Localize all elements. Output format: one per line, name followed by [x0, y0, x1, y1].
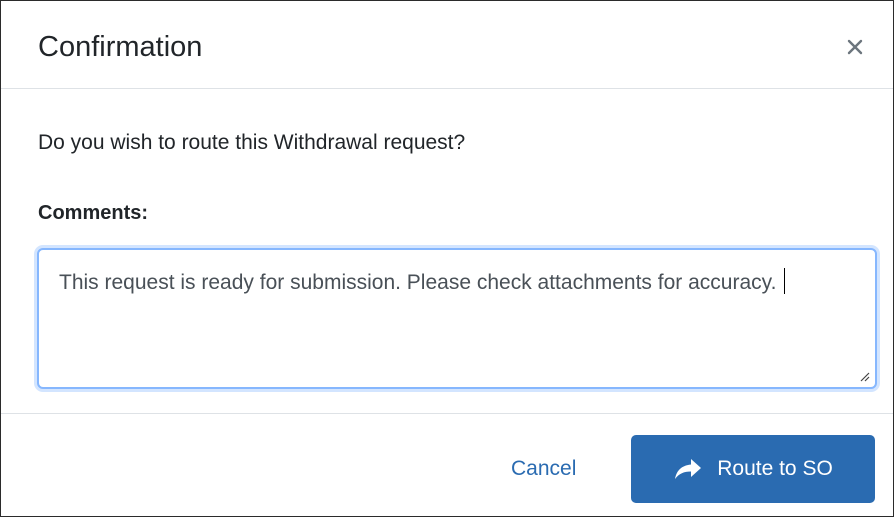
comments-text-wrap: This request is ready for submission. Pl…	[59, 266, 859, 300]
comments-label: Comments:	[38, 202, 149, 224]
confirmation-dialog: Confirmation Do you wish to route this W…	[0, 0, 894, 517]
share-arrow-icon	[675, 459, 702, 479]
dialog-footer: Cancel Route to SO	[1, 413, 893, 516]
cancel-button[interactable]: Cancel	[511, 455, 576, 483]
text-caret	[784, 268, 786, 294]
dialog-header: Confirmation	[1, 1, 893, 89]
comments-value: This request is ready for submission. Pl…	[59, 271, 777, 294]
close-button[interactable]	[837, 29, 873, 65]
resize-grip-icon[interactable]	[858, 370, 870, 382]
route-button-label: Route to SO	[717, 457, 833, 480]
dialog-body: Do you wish to route this Withdrawal req…	[1, 89, 893, 415]
comments-textarea[interactable]: This request is ready for submission. Pl…	[37, 248, 877, 389]
route-question: Do you wish to route this Withdrawal req…	[38, 131, 466, 154]
route-to-so-button[interactable]: Route to SO	[631, 435, 875, 503]
dialog-title: Confirmation	[38, 31, 203, 63]
close-icon	[847, 39, 863, 55]
